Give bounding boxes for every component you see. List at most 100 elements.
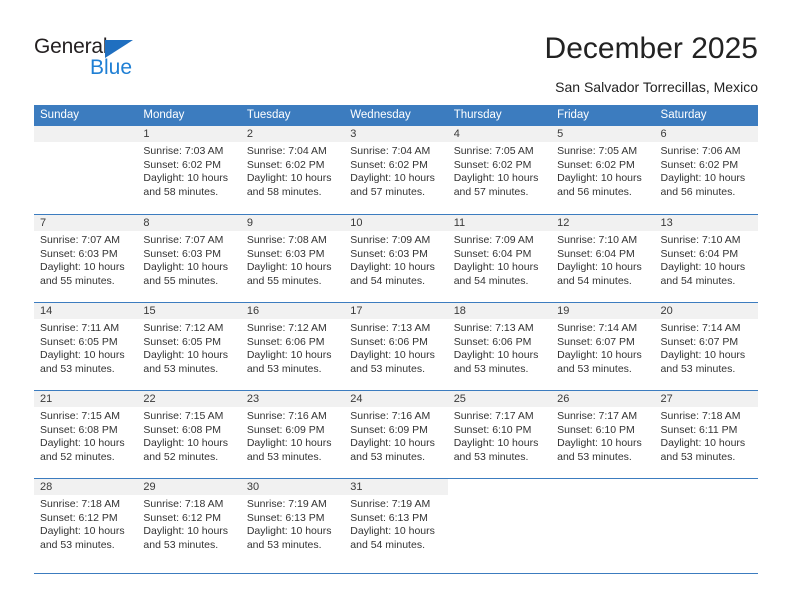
- day-cell[interactable]: 17 Sunrise: 7:13 AM Sunset: 6:06 PM Dayligh…: [344, 302, 448, 390]
- calendar-cell: 8 Sunrise: 7:07 AM Sunset: 6:03 PM Daylight…: [137, 214, 241, 302]
- sunrise-text: Sunrise: 7:13 AM: [453, 322, 534, 334]
- day-cell[interactable]: 18 Sunrise: 7:13 AM Sunset: 6:06 PM Dayligh…: [447, 302, 552, 390]
- sunset-text: Sunset: 6:13 PM: [350, 511, 428, 524]
- sunrise-text: Sunrise: 7:08 AM: [246, 234, 327, 246]
- day-details: Sunrise: 7:10 AM Sunset: 6:04 PM Daylight:…: [551, 231, 654, 288]
- daylight-text-line2: and 53 minutes.: [350, 362, 425, 375]
- daylight-text-line2: and 56 minutes.: [557, 185, 632, 198]
- daylight-text-line1: Daylight: 10 hours: [143, 349, 229, 362]
- sunset-text: Sunset: 6:07 PM: [557, 335, 635, 348]
- day-cell[interactable]: 13 Sunrise: 7:10 AM Sunset: 6:04 PM Dayligh…: [654, 214, 758, 302]
- day-cell[interactable]: 1 Sunrise: 7:03 AM Sunset: 6:02 PM Daylight…: [137, 126, 241, 214]
- day-cell[interactable]: 12 Sunrise: 7:10 AM Sunset: 6:04 PM Dayligh…: [551, 214, 655, 302]
- calendar-cell: 29 Sunrise: 7:18 AM Sunset: 6:12 PM Dayligh…: [137, 478, 241, 566]
- sunrise-text: Sunrise: 7:03 AM: [143, 145, 224, 157]
- day-number: 18: [447, 303, 552, 319]
- day-number: 27: [654, 391, 758, 407]
- calendar-cell: 23 Sunrise: 7:16 AM Sunset: 6:09 PM Dayligh…: [240, 390, 345, 478]
- day-cell[interactable]: 20 Sunrise: 7:14 AM Sunset: 6:07 PM Dayligh…: [654, 302, 758, 390]
- sunset-text: Sunset: 6:03 PM: [246, 247, 325, 260]
- sunrise-text: Sunrise: 7:13 AM: [350, 322, 431, 334]
- day-cell[interactable]: 4 Sunrise: 7:05 AM Sunset: 6:02 PM Daylight…: [447, 126, 552, 214]
- day-cell[interactable]: 28 Sunrise: 7:18 AM Sunset: 6:12 PM Dayligh…: [34, 478, 138, 566]
- daylight-text-line1: Daylight: 10 hours: [143, 525, 229, 538]
- daylight-text-line2: and 53 minutes.: [40, 538, 115, 551]
- day-cell[interactable]: 19 Sunrise: 7:14 AM Sunset: 6:07 PM Dayligh…: [551, 302, 655, 390]
- daylight-text-line1: Daylight: 10 hours: [40, 437, 125, 450]
- sunrise-text: Sunrise: 7:17 AM: [453, 410, 534, 422]
- daylight-text-line2: and 57 minutes.: [350, 185, 425, 198]
- sunset-text: Sunset: 6:02 PM: [246, 158, 325, 171]
- calendar-cell: 13 Sunrise: 7:10 AM Sunset: 6:04 PM Dayligh…: [654, 214, 758, 302]
- sunrise-text: Sunrise: 7:10 AM: [660, 234, 741, 246]
- sunset-text: Sunset: 6:06 PM: [246, 335, 325, 348]
- day-number: 5: [551, 126, 655, 142]
- page-header: General Blue December 2025 San Salvador …: [0, 0, 792, 100]
- day-number: 20: [654, 303, 758, 319]
- day-cell[interactable]: 15 Sunrise: 7:12 AM Sunset: 6:05 PM Dayligh…: [137, 302, 241, 390]
- day-cell[interactable]: 6 Sunrise: 7:06 AM Sunset: 6:02 PM Daylight…: [654, 126, 758, 214]
- day-number: 30: [240, 479, 345, 495]
- day-cell[interactable]: 23 Sunrise: 7:16 AM Sunset: 6:09 PM Dayligh…: [240, 390, 345, 478]
- day-details: Sunrise: 7:03 AM Sunset: 6:02 PM Daylight:…: [137, 142, 240, 199]
- sunset-text: Sunset: 6:08 PM: [143, 423, 222, 436]
- day-cell[interactable]: 3 Sunrise: 7:04 AM Sunset: 6:02 PM Daylight…: [344, 126, 448, 214]
- daylight-text-line1: Daylight: 10 hours: [246, 525, 332, 538]
- daylight-text-line1: Daylight: 10 hours: [143, 261, 229, 274]
- weekday-header-row: Sunday Monday Tuesday Wednesday Thursday…: [34, 105, 758, 126]
- day-cell[interactable]: 16 Sunrise: 7:12 AM Sunset: 6:06 PM Dayligh…: [240, 302, 345, 390]
- daylight-text-line1: Daylight: 10 hours: [557, 261, 642, 274]
- day-cell[interactable]: 27 Sunrise: 7:18 AM Sunset: 6:11 PM Dayligh…: [654, 390, 758, 478]
- daylight-text-line1: Daylight: 10 hours: [246, 261, 332, 274]
- calendar-cell: 21 Sunrise: 7:15 AM Sunset: 6:08 PM Dayligh…: [34, 390, 138, 478]
- day-details: Sunrise: 7:18 AM Sunset: 6:12 PM Daylight:…: [34, 495, 137, 552]
- day-number: 4: [447, 126, 552, 142]
- daylight-text-line2: and 53 minutes.: [557, 450, 632, 463]
- daylight-text-line2: and 53 minutes.: [453, 362, 529, 375]
- day-number: [448, 479, 551, 495]
- sunrise-text: Sunrise: 7:10 AM: [557, 234, 638, 246]
- daylight-text-line1: Daylight: 10 hours: [660, 261, 746, 274]
- day-number: 6: [654, 126, 758, 142]
- sunrise-text: Sunrise: 7:04 AM: [350, 145, 431, 157]
- day-number: 9: [240, 215, 345, 231]
- day-cell[interactable]: 2 Sunrise: 7:04 AM Sunset: 6:02 PM Daylight…: [240, 126, 345, 214]
- daylight-text-line1: Daylight: 10 hours: [453, 349, 539, 362]
- day-details: Sunrise: 7:13 AM Sunset: 6:06 PM Daylight:…: [448, 319, 551, 376]
- day-number: 28: [34, 479, 138, 495]
- day-cell[interactable]: 31 Sunrise: 7:19 AM Sunset: 6:13 PM Dayligh…: [344, 478, 448, 566]
- calendar-cell: 11 Sunrise: 7:09 AM Sunset: 6:04 PM Dayligh…: [447, 214, 552, 302]
- sunrise-text: Sunrise: 7:18 AM: [40, 498, 120, 510]
- day-cell[interactable]: 29 Sunrise: 7:18 AM Sunset: 6:12 PM Dayligh…: [137, 478, 241, 566]
- sunrise-text: Sunrise: 7:16 AM: [350, 410, 431, 422]
- day-cell[interactable]: 22 Sunrise: 7:15 AM Sunset: 6:08 PM Dayligh…: [137, 390, 241, 478]
- day-cell[interactable]: 25 Sunrise: 7:17 AM Sunset: 6:10 PM Dayligh…: [447, 390, 552, 478]
- day-details: Sunrise: 7:14 AM Sunset: 6:07 PM Daylight:…: [551, 319, 654, 376]
- day-number: 7: [34, 215, 138, 231]
- day-cell[interactable]: 21 Sunrise: 7:15 AM Sunset: 6:08 PM Dayligh…: [34, 390, 138, 478]
- day-cell[interactable]: 14 Sunrise: 7:11 AM Sunset: 6:05 PM Dayligh…: [34, 302, 138, 390]
- day-details: Sunrise: 7:07 AM Sunset: 6:03 PM Daylight:…: [34, 231, 137, 288]
- day-cell[interactable]: 26 Sunrise: 7:17 AM Sunset: 6:10 PM Dayligh…: [551, 390, 655, 478]
- day-cell[interactable]: 7 Sunrise: 7:07 AM Sunset: 6:03 PM Daylight…: [34, 214, 138, 302]
- calendar-cell: 17 Sunrise: 7:13 AM Sunset: 6:06 PM Dayligh…: [344, 302, 448, 390]
- sunset-text: Sunset: 6:09 PM: [246, 423, 325, 436]
- day-cell[interactable]: 30 Sunrise: 7:19 AM Sunset: 6:13 PM Dayligh…: [240, 478, 345, 566]
- day-cell[interactable]: 24 Sunrise: 7:16 AM Sunset: 6:09 PM Dayligh…: [344, 390, 448, 478]
- page-subtitle: San Salvador Torrecillas, Mexico: [555, 79, 758, 95]
- day-cell[interactable]: 9 Sunrise: 7:08 AM Sunset: 6:03 PM Daylight…: [240, 214, 345, 302]
- weekday-header-friday: Friday: [551, 105, 655, 126]
- daylight-text-line1: Daylight: 10 hours: [246, 349, 332, 362]
- calendar-bottom-rule: [34, 573, 758, 574]
- day-number: 21: [34, 391, 138, 407]
- sunset-text: Sunset: 6:06 PM: [453, 335, 532, 348]
- day-cell[interactable]: 5 Sunrise: 7:05 AM Sunset: 6:02 PM Daylight…: [551, 126, 655, 214]
- sunset-text: Sunset: 6:04 PM: [557, 247, 635, 260]
- day-number: 26: [551, 391, 655, 407]
- daylight-text-line1: Daylight: 10 hours: [660, 349, 746, 362]
- day-cell[interactable]: 11 Sunrise: 7:09 AM Sunset: 6:04 PM Dayligh…: [447, 214, 552, 302]
- day-cell[interactable]: 8 Sunrise: 7:07 AM Sunset: 6:03 PM Daylight…: [137, 214, 241, 302]
- day-cell[interactable]: 10 Sunrise: 7:09 AM Sunset: 6:03 PM Dayligh…: [344, 214, 448, 302]
- calendar-cell: 18 Sunrise: 7:13 AM Sunset: 6:06 PM Dayligh…: [447, 302, 552, 390]
- daylight-text-line1: Daylight: 10 hours: [40, 525, 125, 538]
